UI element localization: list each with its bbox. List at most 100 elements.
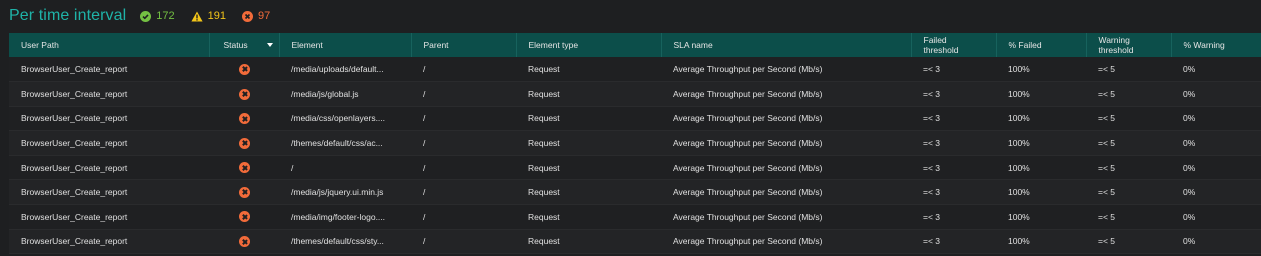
cell-sla-name: Average Throughput per Second (Mb/s) xyxy=(673,64,823,75)
cell-element-type: Request xyxy=(528,211,560,222)
cell-parent: / xyxy=(423,88,426,99)
table-body: BrowserUser_Create_report/media/uploads/… xyxy=(9,57,1261,254)
warning-triangle-icon xyxy=(191,11,203,21)
cell-pct-warning: 0% xyxy=(1183,113,1196,124)
cell-warning-threshold: =< 5 xyxy=(1098,88,1116,99)
ok-count: 172 xyxy=(156,10,175,22)
column-header-pct-failed[interactable]: % Failed xyxy=(996,33,1087,57)
error-status-icon xyxy=(238,88,250,100)
column-header-warning-threshold[interactable]: Warning threshold xyxy=(1086,33,1172,57)
cell-warning-threshold: =< 5 xyxy=(1098,138,1116,149)
cell-failed-threshold: =< 3 xyxy=(923,64,941,75)
table-row[interactable]: BrowserUser_Create_report / / Request Averag… xyxy=(9,155,1261,180)
warning-count: 191 xyxy=(207,10,227,22)
status-cell xyxy=(209,205,279,230)
cell-pct-failed: 100% xyxy=(1008,113,1030,124)
sort-descending-icon[interactable] xyxy=(266,43,273,47)
cell-element: /themes/default/css/sty... xyxy=(291,236,384,247)
cell-sla-name: Average Throughput per Second (Mb/s) xyxy=(673,138,823,149)
status-cell xyxy=(209,57,279,82)
cell-parent: / xyxy=(423,138,426,149)
cell-sla-name: Average Throughput per Second (Mb/s) xyxy=(673,113,823,124)
cell-parent: / xyxy=(423,64,426,75)
cell-parent: / xyxy=(423,236,426,247)
column-header-user-path[interactable]: User Path xyxy=(9,33,210,57)
table-row[interactable]: BrowserUser_Create_report/themes/default… xyxy=(9,229,1261,254)
cell-user-path: BrowserUser_Create_report xyxy=(21,162,128,173)
status-cell xyxy=(209,106,279,131)
cell-warning-threshold: =< 5 xyxy=(1098,64,1116,75)
warning-count-badge[interactable]: 191 xyxy=(191,10,226,22)
sla-table: User Path Status Element Parent Element … xyxy=(9,33,1261,254)
cell-failed-threshold: =< 3 xyxy=(923,138,941,149)
cell-pct-warning: 0% xyxy=(1183,138,1196,149)
column-header-parent[interactable]: Parent xyxy=(411,33,517,57)
ok-count-badge[interactable]: 172 xyxy=(140,10,175,22)
cell-pct-warning: 0% xyxy=(1183,187,1196,198)
column-header-element-type[interactable]: Element type xyxy=(516,33,662,57)
cell-failed-threshold: =< 3 xyxy=(923,236,941,247)
cell-failed-threshold: =< 3 xyxy=(923,211,941,222)
cell-user-path: BrowserUser_Create_report xyxy=(21,138,128,149)
cell-parent: / xyxy=(423,162,426,173)
cell-failed-threshold: =< 3 xyxy=(923,113,941,124)
cell-element-type: Request xyxy=(528,138,560,149)
table-row[interactable]: BrowserUser_Create_report/media/img/foot… xyxy=(9,204,1261,230)
cell-element-type: Request xyxy=(528,64,560,75)
table-row[interactable]: BrowserUser_Create_report/media/css/open… xyxy=(9,106,1261,131)
cell-warning-threshold: =< 5 xyxy=(1098,236,1116,247)
cell-element-type: Request xyxy=(528,187,560,198)
cell-element: /themes/default/css/ac... xyxy=(291,138,383,149)
table-row[interactable]: BrowserUser_Create_report/media/uploads/… xyxy=(9,57,1261,82)
cell-user-path: BrowserUser_Create_report xyxy=(21,211,128,222)
cell-parent: / xyxy=(423,211,426,222)
cell-element-type: Request xyxy=(528,88,560,99)
column-header-failed-threshold[interactable]: Failed threshold xyxy=(911,33,997,57)
error-count: 97 xyxy=(258,10,271,22)
column-header-element[interactable]: Element xyxy=(279,33,412,57)
status-cell xyxy=(209,229,279,254)
cell-sla-name: Average Throughput per Second (Mb/s) xyxy=(673,211,823,222)
column-header-sla-name[interactable]: SLA name xyxy=(661,33,912,57)
cell-warning-threshold: =< 5 xyxy=(1098,162,1116,173)
error-status-icon xyxy=(238,211,250,223)
cell-warning-threshold: =< 5 xyxy=(1098,113,1116,124)
error-status-icon xyxy=(238,63,250,75)
cell-element-type: Request xyxy=(528,162,560,173)
cell-failed-threshold: =< 3 xyxy=(923,187,941,198)
error-status-icon xyxy=(238,137,250,149)
cell-pct-failed: 100% xyxy=(1008,88,1030,99)
cell-pct-failed: 100% xyxy=(1008,138,1030,149)
panel-header: Per time interval 172 191 97 xyxy=(9,5,286,27)
cell-element: /media/css/openlayers.... xyxy=(291,113,386,124)
column-header-status[interactable]: Status xyxy=(209,33,280,57)
table-row[interactable]: BrowserUser_Create_report/media/js/jquer… xyxy=(9,179,1261,205)
cell-warning-threshold: =< 5 xyxy=(1098,211,1116,222)
table-row[interactable]: BrowserUser_Create_report/media/js/globa… xyxy=(9,81,1261,107)
cell-pct-failed: 100% xyxy=(1008,236,1030,247)
cell-parent: / xyxy=(423,187,426,198)
table-row[interactable]: BrowserUser_Create_report/themes/default… xyxy=(9,130,1261,156)
cell-user-path: BrowserUser_Create_report xyxy=(21,64,128,75)
cell-element: /media/js/jquery.ui.min.js xyxy=(291,187,384,198)
error-status-icon xyxy=(238,162,250,174)
cell-parent: / xyxy=(423,113,426,124)
status-cell xyxy=(209,82,279,107)
status-header-label: Status xyxy=(223,40,248,50)
cell-warning-threshold: =< 5 xyxy=(1098,187,1116,198)
cell-user-path: BrowserUser_Create_report xyxy=(21,88,128,99)
cell-pct-warning: 0% xyxy=(1183,64,1196,75)
sla-table-container: User Path Status Element Parent Element … xyxy=(9,33,1261,254)
cell-pct-warning: 0% xyxy=(1183,88,1196,99)
error-count-badge[interactable]: 97 xyxy=(242,10,270,22)
column-header-pct-warning[interactable]: % Warning xyxy=(1171,33,1261,57)
cell-user-path: BrowserUser_Create_report xyxy=(21,236,128,247)
check-circle-icon xyxy=(140,10,152,22)
cell-pct-failed: 100% xyxy=(1008,162,1030,173)
cell-element-type: Request xyxy=(528,113,560,124)
error-status-icon xyxy=(238,186,250,198)
cell-element: /media/js/global.js xyxy=(291,88,359,99)
cell-pct-failed: 100% xyxy=(1008,64,1030,75)
sla-panel: Per time interval 172 191 97 User Path S… xyxy=(0,0,1261,256)
cell-pct-failed: 100% xyxy=(1008,187,1030,198)
